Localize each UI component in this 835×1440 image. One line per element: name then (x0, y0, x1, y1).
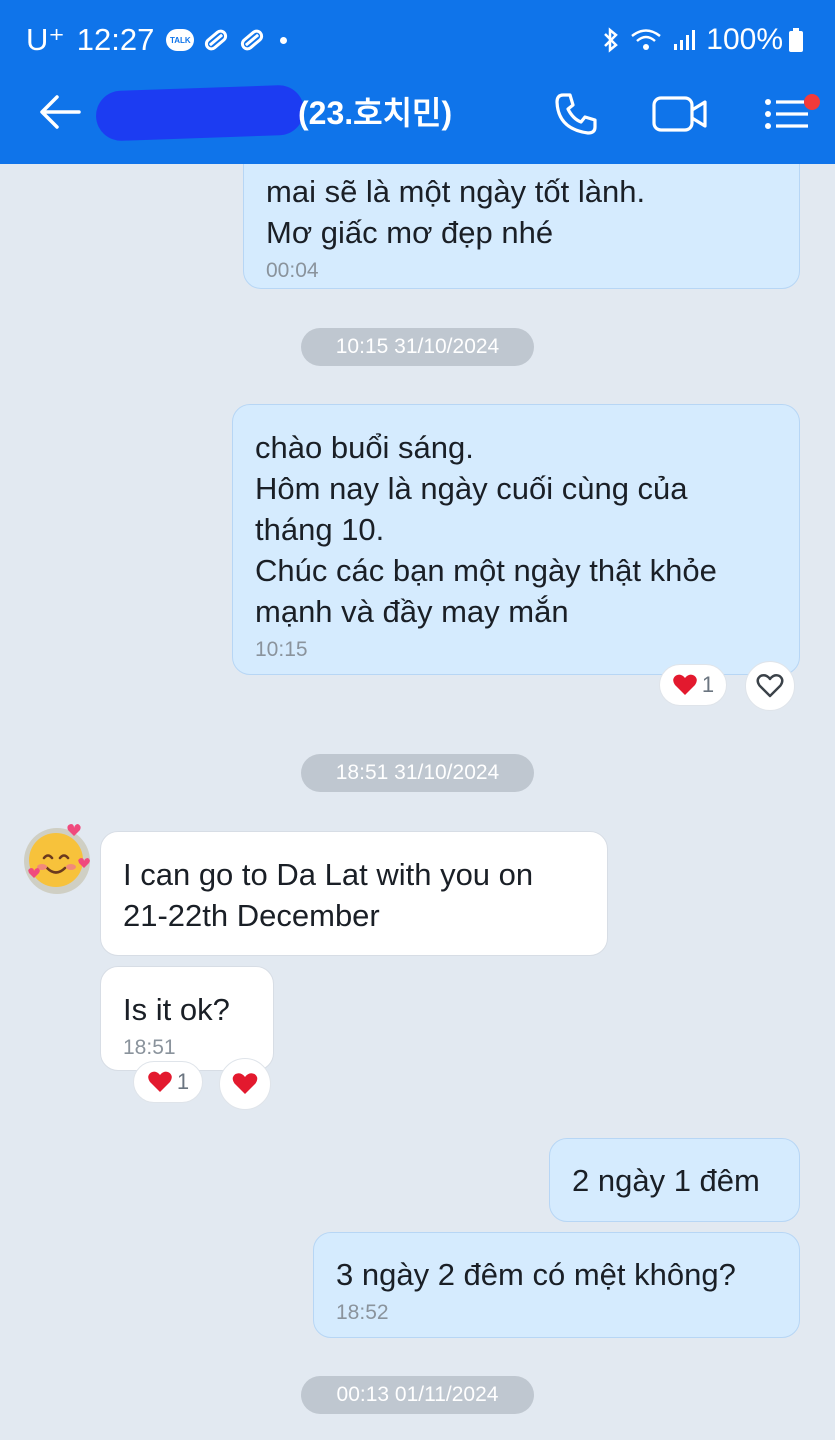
message-line: 2 ngày 1 đêm (572, 1163, 760, 1198)
signal-icon (674, 30, 696, 50)
message-time: 18:52 (336, 1301, 389, 1324)
message-line: 21-22th December (123, 898, 380, 933)
carrier-label: U⁺ (26, 22, 65, 57)
notification-dot (804, 94, 820, 110)
message-line: I can go to Da Lat with you on (123, 857, 534, 892)
status-left: U⁺ 12:27 TALK (26, 22, 288, 58)
message-time: 18:51 (123, 1036, 176, 1059)
message-line: mạnh và đầy may mắn (255, 594, 569, 629)
message-line: chào buổi sáng. (255, 430, 474, 465)
video-camera-icon (652, 96, 707, 132)
red-heart-icon (148, 1071, 172, 1092)
bluetooth-icon (604, 27, 619, 53)
status-time: 12:27 (76, 22, 155, 57)
message-line: Hôm nay là ngày cuối cùng của (255, 471, 688, 506)
battery-percentage: 100% (706, 23, 783, 56)
message-bubble[interactable]: Is it ok? 18:51 (100, 966, 274, 1071)
message-line: 3 ngày 2 đêm có mệt không? (336, 1257, 736, 1292)
voice-call-button[interactable] (548, 88, 604, 140)
more-notifications-dot (280, 36, 288, 44)
message-bubble[interactable]: 3 ngày 2 đêm có mệt không? 18:52 (313, 1232, 800, 1338)
message-bubble[interactable]: 2 ngày 1 đêm (549, 1138, 800, 1222)
message-line: Chúc các bạn một ngày thật khỏe (255, 553, 717, 588)
add-reaction-button[interactable] (745, 661, 795, 711)
message-bubble[interactable]: I can go to Da Lat with you on 21-22th D… (100, 831, 608, 956)
message-line: Mơ giấc mơ đẹp nhé (266, 215, 554, 250)
pill-notification-icon (241, 29, 264, 51)
message-line: mai sẽ là một ngày tốt lành. (266, 174, 646, 209)
back-button[interactable] (30, 86, 90, 138)
chat-title[interactable]: (23.호치민) (298, 90, 452, 136)
red-heart-icon (232, 1073, 258, 1094)
battery-icon (789, 28, 803, 52)
status-right: 100% (602, 22, 813, 58)
wifi-icon (631, 29, 662, 50)
chat-header: (23.호치민) (0, 60, 835, 164)
smiling-face-with-hearts-emoji (28, 824, 90, 887)
message-time: 10:15 (255, 638, 308, 661)
message-line: Is it ok? (123, 992, 230, 1027)
video-call-button[interactable] (648, 88, 712, 140)
date-separator: 10:15 31/10/2024 (301, 328, 534, 366)
phone-icon (555, 93, 597, 135)
reaction-chip[interactable]: 1 (133, 1061, 203, 1103)
message-line: tháng 10. (255, 512, 385, 547)
date-separator: 00:13 01/11/2024 (301, 1376, 534, 1414)
sender-avatar[interactable] (24, 824, 90, 894)
date-separator: 18:51 31/10/2024 (301, 754, 534, 792)
pill-notification-icon (205, 29, 228, 51)
reaction-count: 1 (176, 1069, 190, 1094)
reaction-count: 1 (701, 672, 715, 697)
red-heart-icon (673, 674, 697, 695)
add-reaction-button[interactable] (219, 1058, 271, 1110)
talk-notification-icon: TALK (166, 29, 195, 51)
status-bar: U⁺ 12:27 TALK 100% (0, 0, 835, 60)
message-bubble[interactable]: chào buổi sáng. Hôm nay là ngày cuối cùn… (232, 404, 800, 675)
menu-button[interactable] (756, 88, 820, 140)
arrow-left-icon (40, 95, 81, 129)
redacted-name (95, 84, 305, 142)
heart-outline-icon (756, 674, 784, 698)
message-time: 00:04 (266, 259, 319, 282)
reaction-chip[interactable]: 1 (659, 664, 727, 706)
